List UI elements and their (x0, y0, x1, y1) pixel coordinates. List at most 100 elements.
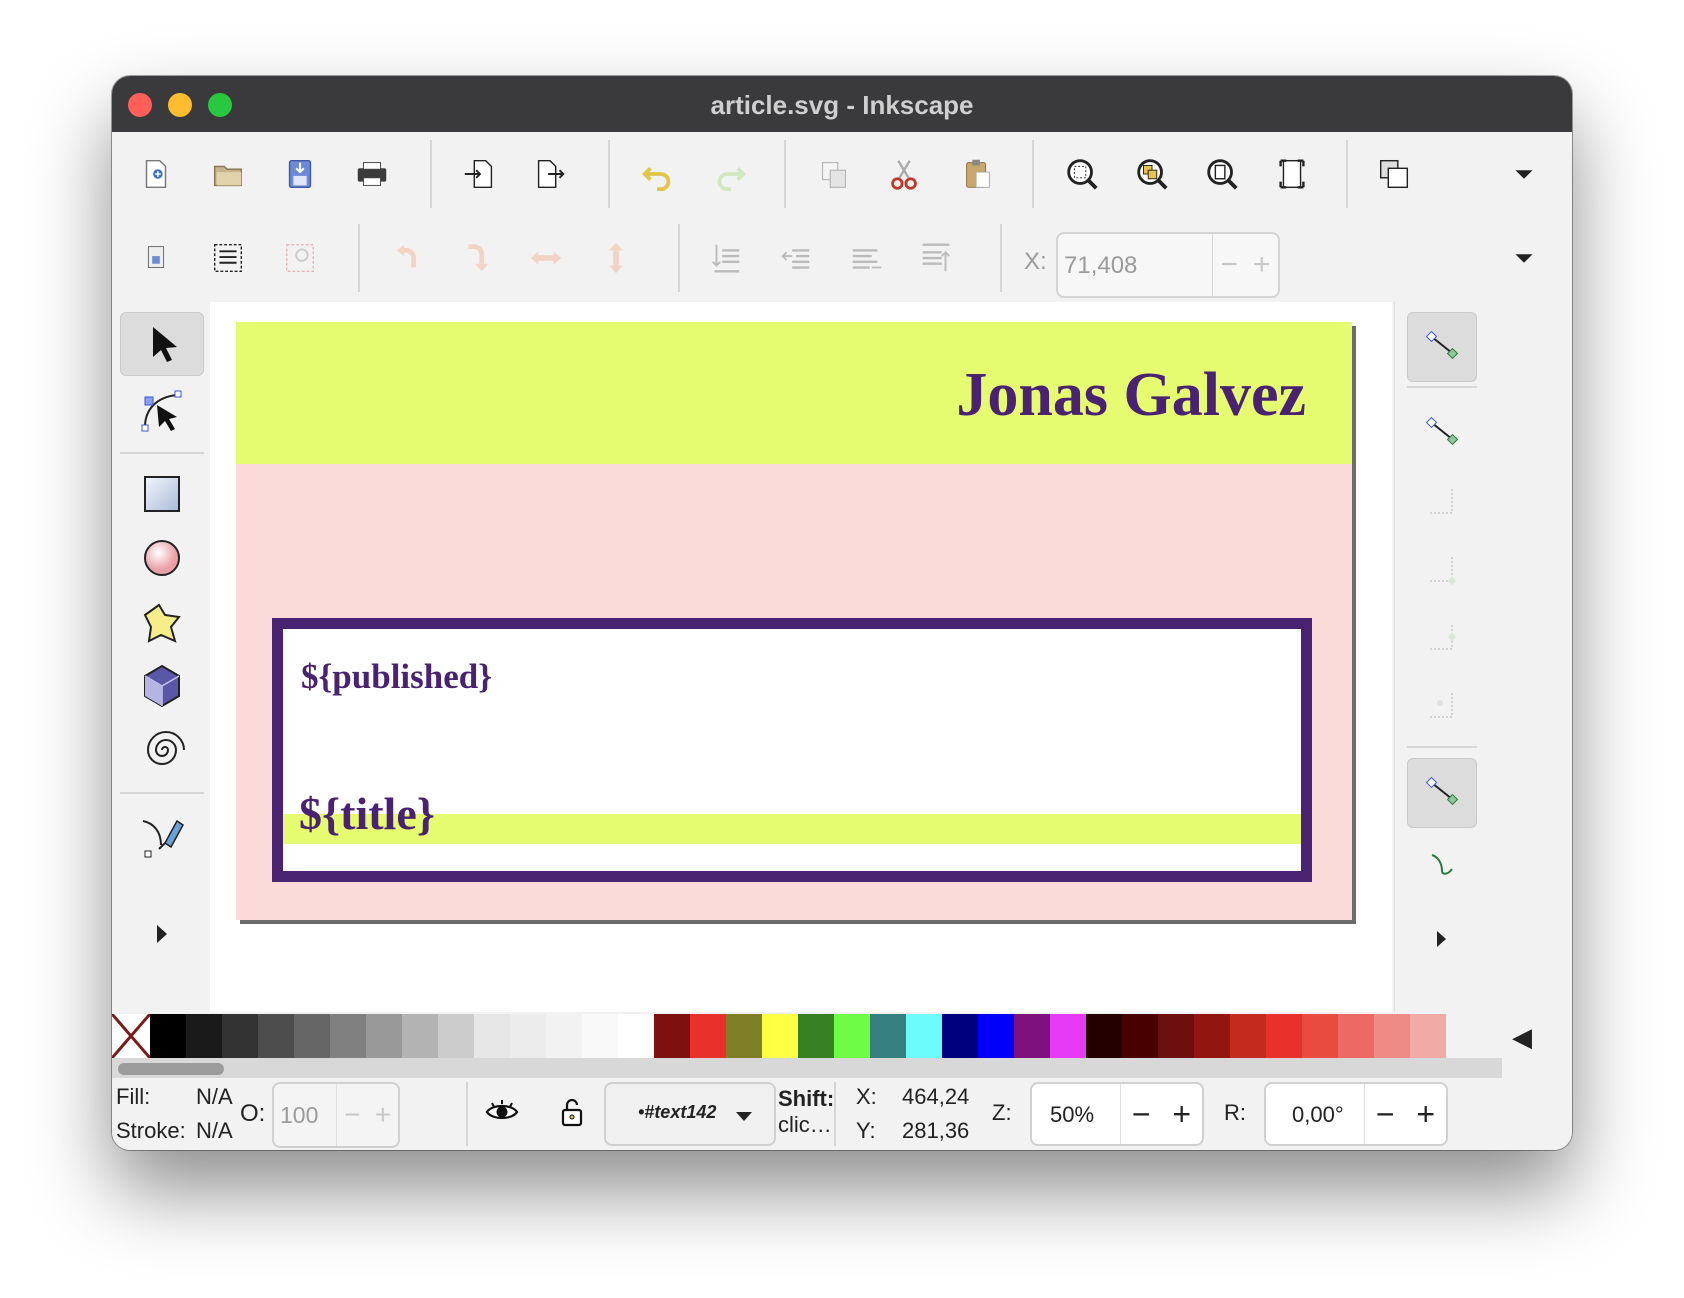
snap-bbox-center-button[interactable] (1407, 670, 1477, 740)
current-layer-dropdown[interactable]: •#text142 (604, 1082, 776, 1146)
redo-button[interactable] (702, 146, 758, 202)
color-swatch[interactable] (1374, 1014, 1410, 1058)
color-swatch[interactable] (690, 1014, 726, 1058)
color-swatch[interactable] (1302, 1014, 1338, 1058)
x-decrement-button[interactable]: − (1213, 234, 1246, 296)
paste-button[interactable] (950, 146, 1006, 202)
selector-tool-button[interactable] (120, 312, 204, 376)
commands-overflow-button[interactable] (1496, 146, 1552, 202)
open-document-button[interactable] (200, 146, 256, 202)
flip-vertical-button[interactable] (588, 230, 644, 286)
new-document-button[interactable] (128, 146, 184, 202)
3d-box-tool-button[interactable] (120, 654, 204, 718)
x-coordinate-spinbox[interactable]: 71,408 − + (1056, 232, 1280, 298)
content-frame[interactable]: ${published} ${title} (272, 618, 1312, 882)
color-swatch[interactable] (942, 1014, 978, 1058)
rotate-cw-button[interactable] (448, 230, 504, 286)
published-placeholder[interactable]: ${published} (301, 657, 492, 697)
lower-button[interactable] (768, 230, 824, 286)
color-swatch[interactable] (1194, 1014, 1230, 1058)
x-coordinate-value[interactable]: 71,408 (1064, 252, 1137, 280)
zoom-drawing-button[interactable] (1124, 146, 1180, 202)
color-swatch[interactable] (1086, 1014, 1122, 1058)
color-swatch[interactable] (150, 1014, 186, 1058)
header-name[interactable]: Jonas Galvez (956, 360, 1306, 431)
snap-expand-button[interactable] (1407, 904, 1477, 974)
color-swatch[interactable] (834, 1014, 870, 1058)
color-swatch[interactable] (546, 1014, 582, 1058)
color-swatch[interactable] (222, 1014, 258, 1058)
color-swatch[interactable] (870, 1014, 906, 1058)
copy-button[interactable] (806, 146, 862, 202)
horizontal-scrollbar[interactable] (112, 1058, 1502, 1078)
pen-tool-button[interactable] (120, 806, 204, 870)
deselect-button[interactable] (272, 230, 328, 286)
snap-nodes-button[interactable] (1407, 758, 1477, 828)
color-swatch[interactable] (294, 1014, 330, 1058)
raise-to-top-button[interactable] (908, 230, 964, 286)
color-swatch[interactable] (510, 1014, 546, 1058)
layer-visibility-toggle[interactable] (484, 1094, 520, 1136)
rotate-ccw-button[interactable] (378, 230, 434, 286)
color-swatch[interactable] (726, 1014, 762, 1058)
rotation-spinbox[interactable]: 0,00° − + (1264, 1082, 1448, 1146)
zoom-spinbox[interactable]: 50% − + (1030, 1082, 1204, 1146)
tool-controls-overflow-button[interactable] (1496, 230, 1552, 286)
color-swatch[interactable] (1014, 1014, 1050, 1058)
drawing-canvas[interactable]: Jonas Galvez ${published} ${title} (210, 302, 1392, 1012)
node-tool-button[interactable] (120, 380, 204, 444)
color-swatch[interactable] (978, 1014, 1014, 1058)
export-button[interactable] (522, 146, 578, 202)
color-swatch[interactable] (1230, 1014, 1266, 1058)
snap-bbox-midpoints-button[interactable] (1407, 602, 1477, 672)
x-increment-button[interactable]: + (1246, 234, 1279, 296)
import-button[interactable] (452, 146, 508, 202)
color-swatch[interactable] (582, 1014, 618, 1058)
color-swatch[interactable] (366, 1014, 402, 1058)
zoom-selection-button[interactable] (1054, 146, 1110, 202)
duplicate-button[interactable] (1366, 146, 1422, 202)
toolbox-expand-button[interactable] (120, 902, 204, 966)
zoom-out-button[interactable]: − (1121, 1084, 1162, 1144)
layer-lock-toggle[interactable] (554, 1094, 590, 1136)
color-swatch[interactable] (618, 1014, 654, 1058)
fill-value[interactable]: N/A (196, 1084, 233, 1110)
color-swatch[interactable] (1158, 1014, 1194, 1058)
zoom-fit-button[interactable] (1264, 146, 1320, 202)
rotate-increment-button[interactable]: + (1406, 1084, 1447, 1144)
color-swatch[interactable] (762, 1014, 798, 1058)
color-swatch[interactable] (654, 1014, 690, 1058)
color-swatch[interactable] (906, 1014, 942, 1058)
zoom-page-button[interactable] (1194, 146, 1250, 202)
color-swatch[interactable] (1266, 1014, 1302, 1058)
color-swatch[interactable] (1122, 1014, 1158, 1058)
cut-button[interactable] (876, 146, 932, 202)
rotation-value[interactable]: 0,00° (1292, 1102, 1344, 1128)
color-swatch[interactable] (438, 1014, 474, 1058)
stroke-value[interactable]: N/A (196, 1118, 233, 1144)
select-all-button[interactable] (128, 230, 184, 286)
opacity-spinbox[interactable]: 100 − + (272, 1082, 400, 1148)
snap-bbox-edges-button[interactable] (1407, 466, 1477, 536)
color-swatch[interactable] (798, 1014, 834, 1058)
snap-bbox-button[interactable] (1407, 398, 1477, 468)
color-swatch[interactable] (1050, 1014, 1086, 1058)
save-document-button[interactable] (272, 146, 328, 202)
rectangle-tool-button[interactable] (120, 462, 204, 526)
undo-button[interactable] (630, 146, 686, 202)
snap-paths-button[interactable] (1407, 830, 1477, 900)
snap-bbox-corners-button[interactable] (1407, 534, 1477, 604)
zoom-in-button[interactable]: + (1162, 1084, 1203, 1144)
spiral-tool-button[interactable] (120, 718, 204, 782)
color-swatch[interactable] (402, 1014, 438, 1058)
opacity-decrement-button[interactable]: − (337, 1084, 368, 1146)
star-tool-button[interactable] (120, 590, 204, 654)
color-swatch[interactable] (258, 1014, 294, 1058)
lower-to-bottom-button[interactable] (698, 230, 754, 286)
rotate-decrement-button[interactable]: − (1365, 1084, 1406, 1144)
flip-horizontal-button[interactable] (518, 230, 574, 286)
opacity-value[interactable]: 100 (280, 1102, 318, 1129)
scrollbar-thumb[interactable] (118, 1063, 224, 1075)
no-paint-swatch[interactable] (112, 1014, 150, 1058)
title-placeholder[interactable]: ${title} (299, 787, 435, 840)
